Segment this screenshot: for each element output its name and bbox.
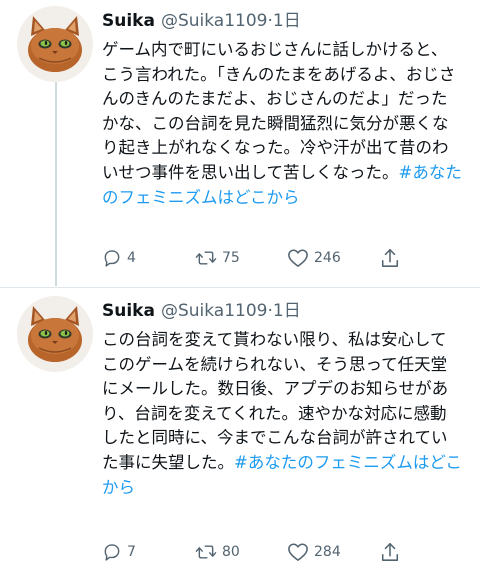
share-icon <box>381 543 399 561</box>
tweet-divider <box>0 287 480 288</box>
timestamp[interactable]: 1日 <box>273 301 301 321</box>
tweet-card[interactable]: Suika @Suika1109·1日 ゲーム内で町にいるおじさんに話しかけると、… <box>0 0 480 290</box>
like-button[interactable]: 284 <box>287 540 341 564</box>
tweet-actions: 7 80 284 <box>102 540 432 564</box>
reply-count: 4 <box>127 250 136 266</box>
avatar[interactable] <box>17 296 93 372</box>
share-button[interactable] <box>380 540 400 564</box>
retweet-button[interactable]: 75 <box>195 246 240 270</box>
retweet-icon <box>195 545 217 559</box>
like-button[interactable]: 246 <box>287 246 341 270</box>
tweet-text: この台詞を変えて貰わない限り、私は安心してこのゲームを続けられない、そう思って任… <box>102 328 462 500</box>
share-button[interactable] <box>380 246 400 270</box>
share-icon <box>381 249 399 267</box>
like-count: 284 <box>314 544 341 560</box>
retweet-count: 80 <box>222 544 240 560</box>
thread-connector <box>55 82 57 286</box>
tweet-card[interactable]: Suika @Suika1109·1日 この台詞を変えて貰わない限り、私は安心して… <box>0 290 480 586</box>
retweet-icon <box>195 251 217 265</box>
user-handle[interactable]: @Suika1109 <box>161 301 268 321</box>
tweet-actions: 4 75 246 <box>102 246 432 270</box>
like-icon <box>288 543 308 561</box>
display-name[interactable]: Suika <box>102 11 155 31</box>
tweet-body-text: ゲーム内で町にいるおじさんに話しかけると、こう言われた。「きんのたまをあげるよ、… <box>102 40 456 182</box>
like-icon <box>288 249 308 267</box>
user-handle[interactable]: @Suika1109 <box>161 11 268 31</box>
cat-avatar-icon <box>28 16 82 72</box>
retweet-count: 75 <box>222 250 240 266</box>
tweet-header: Suika @Suika1109·1日 <box>102 298 301 324</box>
reply-button[interactable]: 4 <box>102 246 136 270</box>
retweet-button[interactable]: 80 <box>195 540 240 564</box>
tweet-body-text: この台詞を変えて貰わない限り、私は安心してこのゲームを続けられない、そう思って任… <box>102 330 449 472</box>
reply-icon <box>104 544 120 561</box>
reply-icon <box>104 250 120 267</box>
reply-button[interactable]: 7 <box>102 540 136 564</box>
like-count: 246 <box>314 250 341 266</box>
tweet-header: Suika @Suika1109·1日 <box>102 8 301 34</box>
cat-avatar-icon <box>28 306 82 362</box>
avatar[interactable] <box>17 6 93 82</box>
timestamp[interactable]: 1日 <box>273 11 301 31</box>
tweet-text: ゲーム内で町にいるおじさんに話しかけると、こう言われた。「きんのたまをあげるよ、… <box>102 38 462 210</box>
reply-count: 7 <box>127 544 136 560</box>
display-name[interactable]: Suika <box>102 301 155 321</box>
tweet-thread: Suika @Suika1109·1日 ゲーム内で町にいるおじさんに話しかけると、… <box>0 0 480 586</box>
